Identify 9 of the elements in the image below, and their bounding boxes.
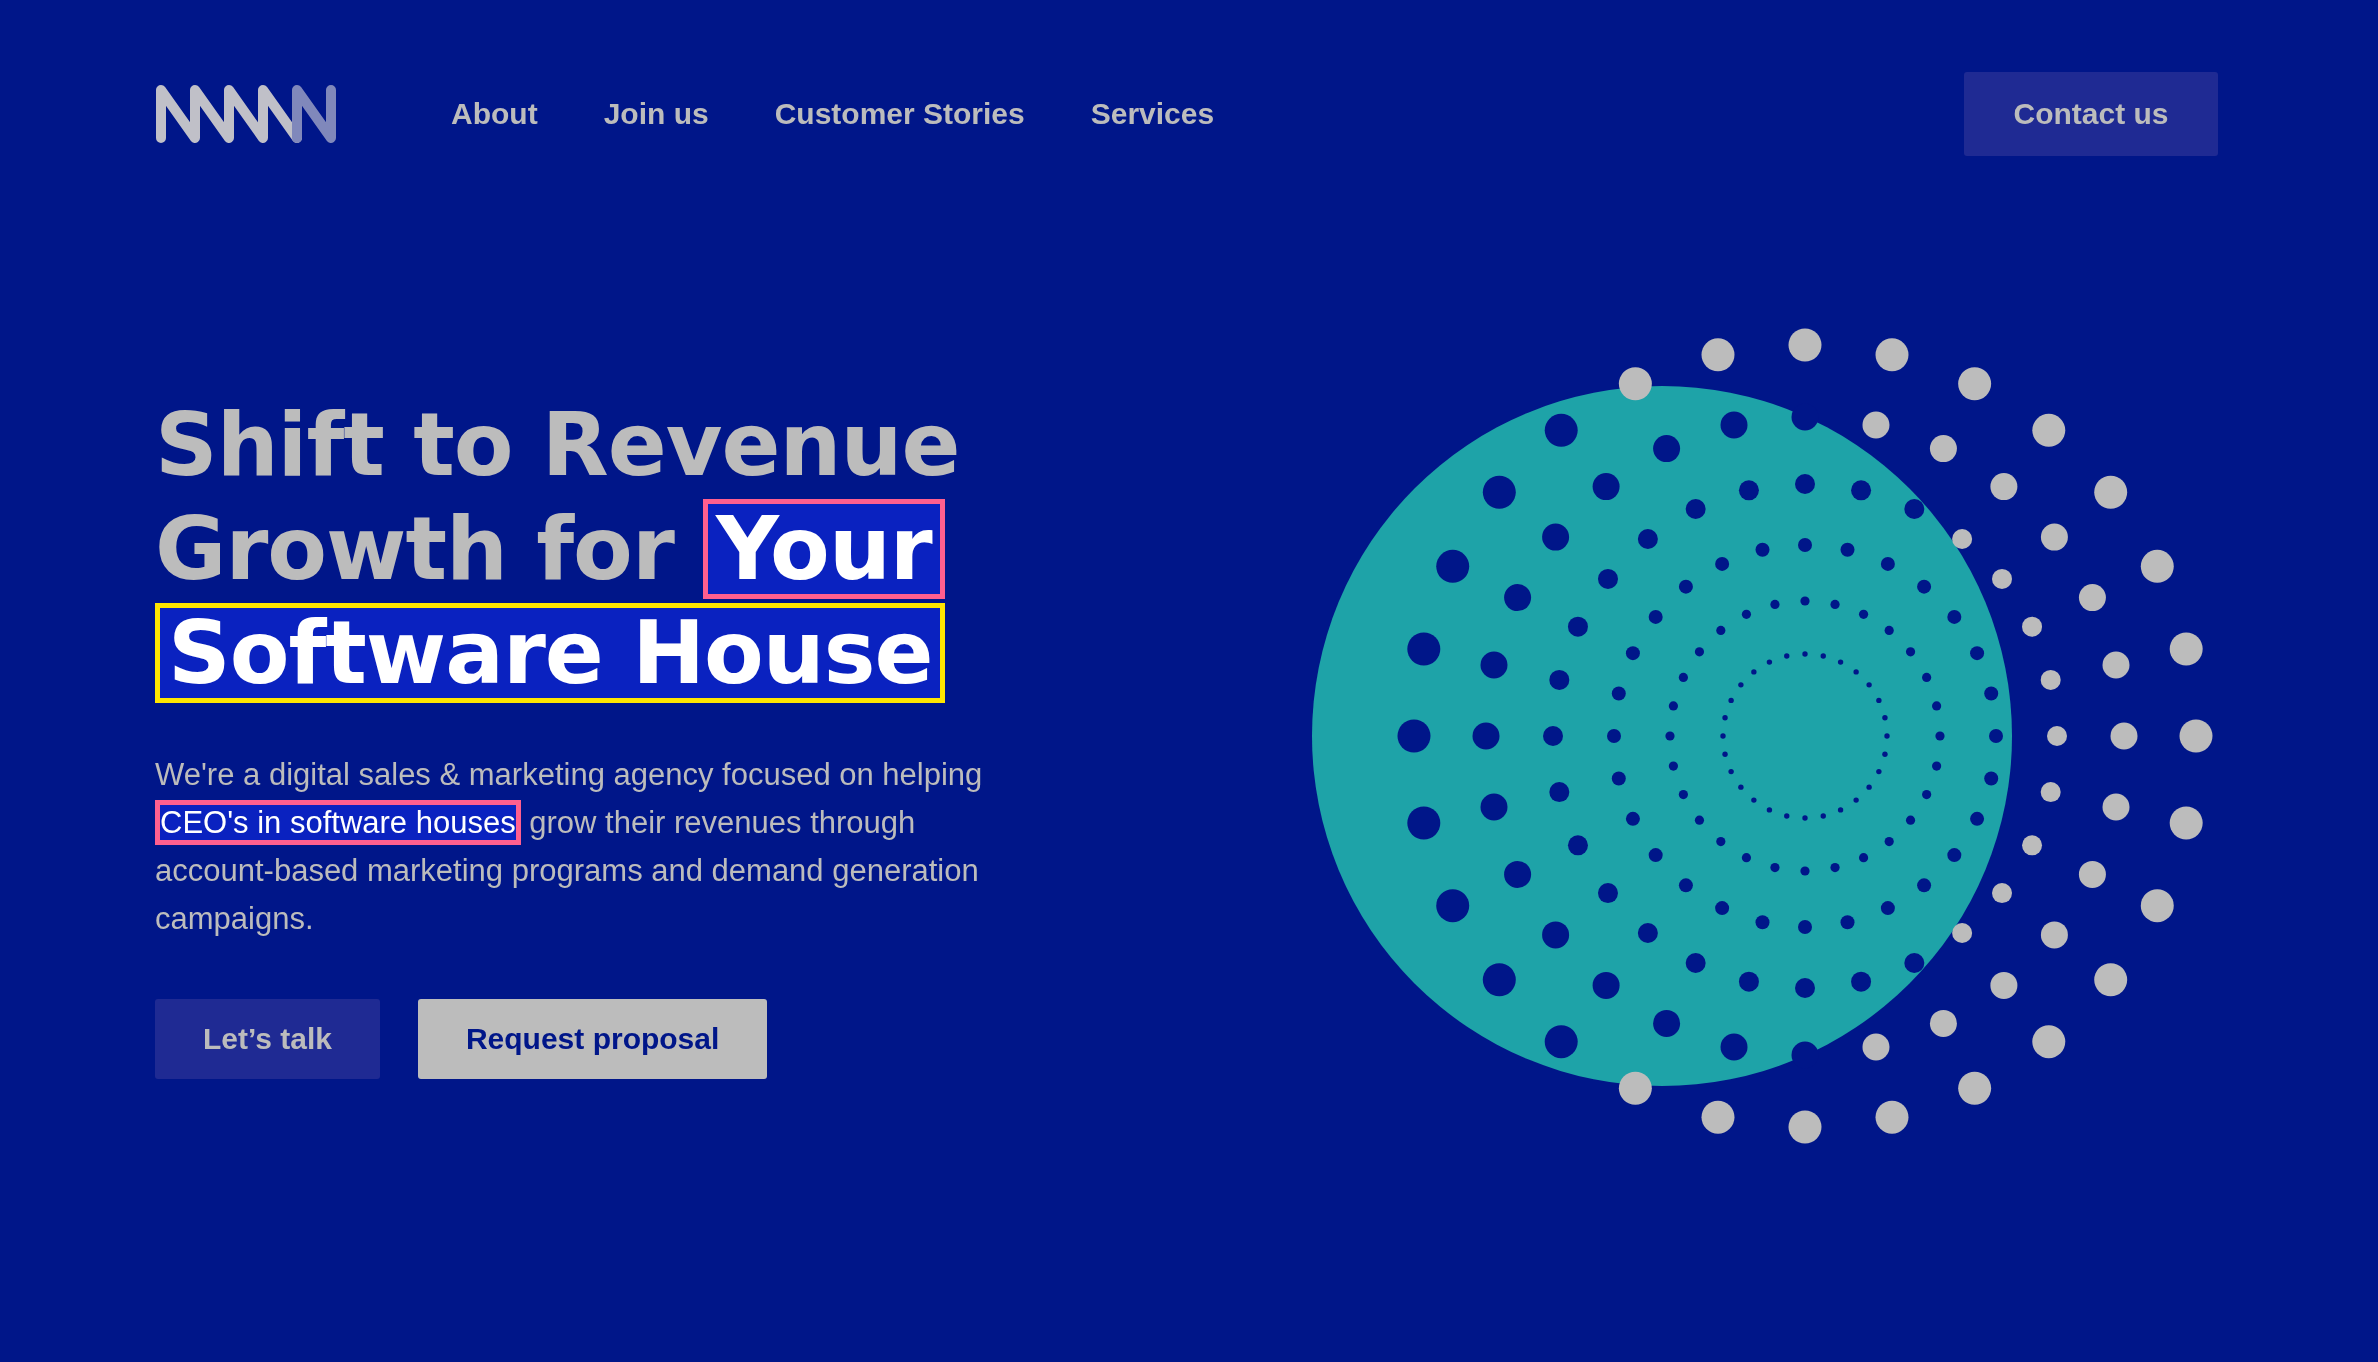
contact-button[interactable]: Contact us: [1964, 72, 2218, 156]
nav-link[interactable]: About: [451, 97, 538, 131]
cta-button[interactable]: Request proposal: [417, 999, 768, 1079]
nav-link[interactable]: Services: [1090, 97, 1215, 131]
nav-link[interactable]: Join us: [603, 97, 709, 131]
cta-button[interactable]: Let’s talk: [155, 999, 380, 1079]
nav-link[interactable]: Customer Stories: [774, 97, 1025, 131]
hero-description: We're a digital sales & marketing agency focused on helping CEO's in software houses grow their revenues through account-based marketing programs and demand generation campaigns.: [155, 756, 984, 938]
hero-heading: Shift to Revenue Growth for Your Software House: [155, 393, 961, 705]
